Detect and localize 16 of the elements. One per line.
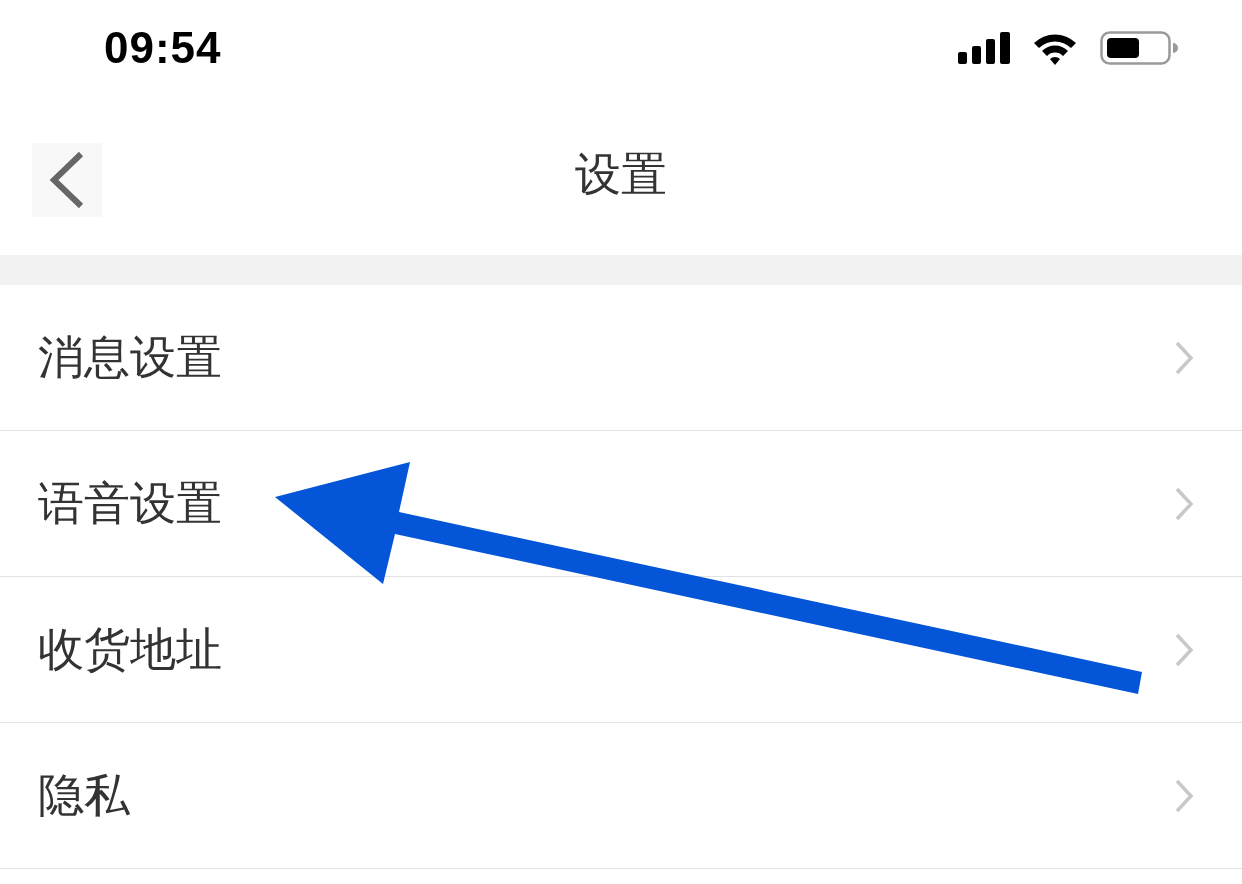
settings-row[interactable]: 消息设置 [0, 285, 1242, 431]
status-time: 09:54 [104, 22, 222, 73]
row-label: 语音设置 [38, 474, 222, 532]
chevron-right-icon [1174, 340, 1194, 375]
chevron-right-icon [1174, 632, 1194, 667]
row-label: 隐私 [38, 766, 130, 824]
signal-icon [958, 31, 1010, 64]
back-button[interactable] [32, 143, 102, 217]
row-label: 收货地址 [38, 620, 222, 678]
page-title: 设置 [575, 146, 667, 203]
back-icon [49, 151, 85, 209]
settings-row[interactable]: 隐私 [0, 723, 1242, 869]
battery-icon [1100, 30, 1178, 65]
row-label: 消息设置 [38, 328, 222, 386]
chevron-right-icon [1174, 486, 1194, 521]
chevron-right-icon [1174, 778, 1194, 813]
